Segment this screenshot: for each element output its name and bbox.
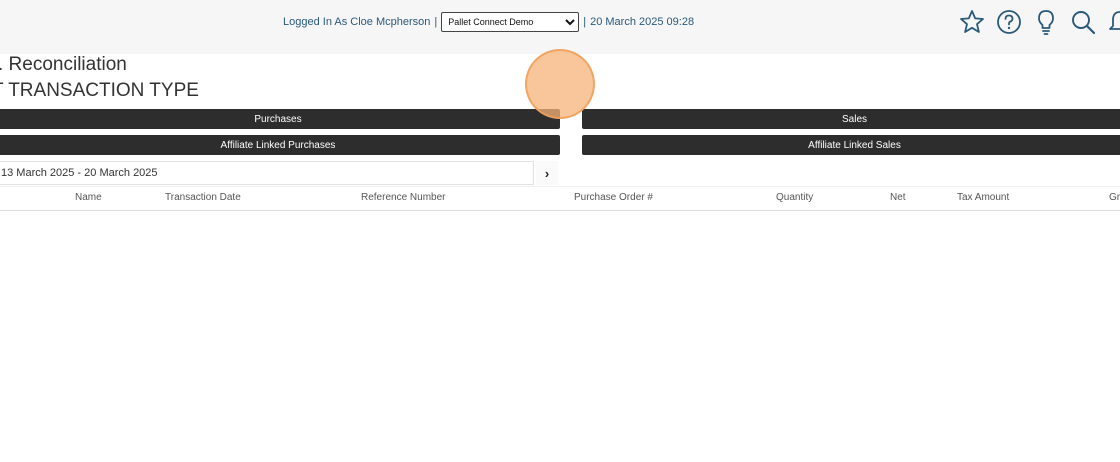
column-header-transaction-date[interactable]: Transaction Date xyxy=(165,192,241,203)
column-header-quantity[interactable]: Quantity xyxy=(776,192,813,203)
bell-icon[interactable] xyxy=(1106,8,1120,36)
user-info-line: Logged In As Cloe Mcpherson | Pallet Con… xyxy=(283,12,694,32)
page-subtitle: T TRANSACTION TYPE xyxy=(0,80,199,101)
separator: | xyxy=(434,16,438,28)
page-title: . Reconciliation xyxy=(0,54,127,75)
header-icons xyxy=(958,8,1120,36)
search-icon[interactable] xyxy=(1069,8,1097,36)
column-header-gross[interactable]: Gr xyxy=(1109,192,1120,203)
purchases-button[interactable]: Purchases xyxy=(0,109,560,129)
column-header-tax-amount[interactable]: Tax Amount xyxy=(957,192,1009,203)
star-icon[interactable] xyxy=(958,8,986,36)
table-header: Name Transaction Date Reference Number P… xyxy=(0,186,1120,211)
company-select[interactable]: Pallet Connect Demo xyxy=(441,12,580,32)
top-bar: Logged In As Cloe Mcpherson | Pallet Con… xyxy=(0,0,1120,54)
separator: | xyxy=(583,16,587,28)
affiliate-linked-purchases-button[interactable]: Affiliate Linked Purchases xyxy=(0,135,560,155)
sales-button[interactable]: Sales xyxy=(582,109,1120,129)
column-header-purchase-order[interactable]: Purchase Order # xyxy=(574,192,653,203)
date-range-field[interactable]: 13 March 2025 - 20 March 2025 xyxy=(0,161,534,185)
click-indicator xyxy=(525,49,595,119)
column-header-reference-number[interactable]: Reference Number xyxy=(361,192,445,203)
column-header-name[interactable]: Name xyxy=(75,192,102,203)
column-header-net[interactable]: Net xyxy=(890,192,906,203)
next-period-button[interactable]: › xyxy=(536,161,558,185)
current-datetime: 20 March 2025 09:28 xyxy=(590,16,695,28)
lightbulb-icon[interactable] xyxy=(1032,8,1060,36)
logged-in-text: Logged In As Cloe Mcpherson xyxy=(283,16,431,28)
affiliate-linked-sales-button[interactable]: Affiliate Linked Sales xyxy=(582,135,1120,155)
help-circle-icon[interactable] xyxy=(995,8,1023,36)
